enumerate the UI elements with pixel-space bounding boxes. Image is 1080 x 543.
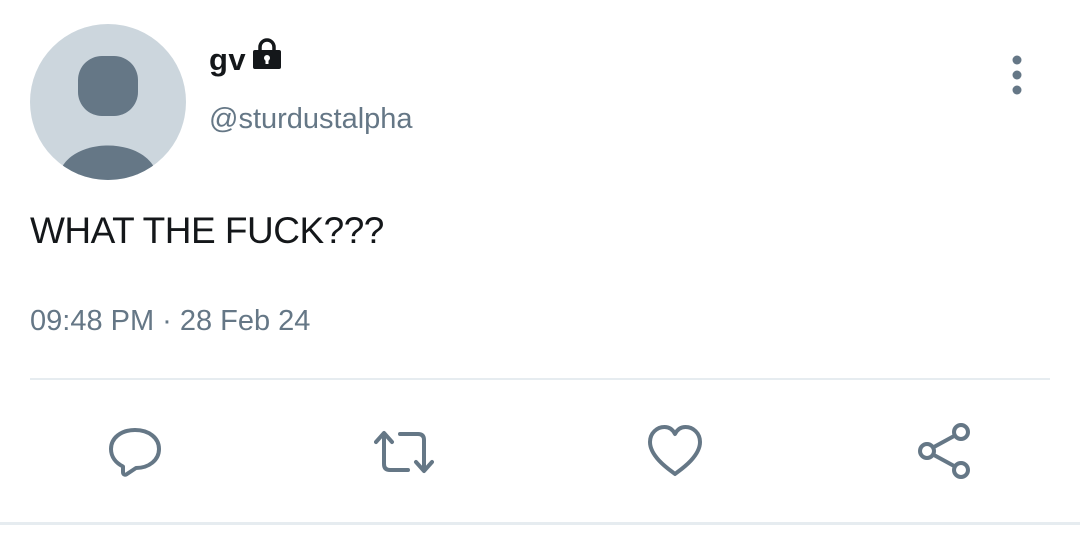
like-button[interactable] <box>645 422 705 482</box>
tweet-text: WHAT THE FUCK??? <box>30 210 384 251</box>
reply-icon <box>109 428 161 477</box>
bottom-divider <box>0 522 1080 525</box>
tweet-timestamp[interactable]: 09:48 PM · 28 Feb 24 <box>30 305 310 338</box>
retweet-icon <box>374 431 434 473</box>
share-button[interactable] <box>914 422 974 482</box>
retweet-button[interactable] <box>374 422 434 482</box>
default-avatar-icon <box>58 56 158 180</box>
more-options-button[interactable] <box>1000 52 1034 98</box>
display-name-row: gv <box>209 37 284 80</box>
tweet-time: 09:48 PM <box>30 305 155 337</box>
timestamp-separator: · <box>162 305 172 337</box>
display-name[interactable]: gv <box>209 42 246 78</box>
avatar[interactable] <box>30 24 186 180</box>
share-icon <box>918 423 970 479</box>
lock-icon <box>250 37 284 76</box>
divider <box>30 378 1050 380</box>
tweet-date: 28 Feb 24 <box>179 305 311 337</box>
more-vertical-icon <box>1012 55 1022 95</box>
user-handle[interactable]: @sturdustalpha <box>209 103 413 136</box>
heart-icon <box>648 425 702 476</box>
reply-button[interactable] <box>105 422 165 482</box>
